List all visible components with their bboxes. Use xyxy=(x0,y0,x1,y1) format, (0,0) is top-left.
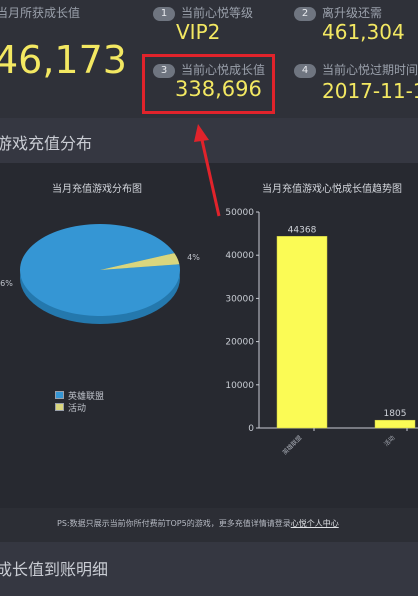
y-tick-label-5: 50000 xyxy=(225,208,254,218)
legend-item-lol[interactable]: 英雄联盟 xyxy=(55,389,104,402)
bar-value-label-0: 44368 xyxy=(288,225,317,235)
pie-slice-0 xyxy=(19,223,180,316)
upgrade-needed-label-text: 离升级还需 xyxy=(322,6,383,20)
footnote: PS:数据只展示当前你所付费前TOP5的游戏，更多充值详情请登录心悦个人中心 xyxy=(0,508,418,542)
pie-chart-title: 当月充值游戏分布图 xyxy=(52,184,142,195)
vip-level-label: 1 当前心悦等级 xyxy=(153,4,253,21)
x-tick-label-1: 活动 xyxy=(382,434,396,448)
distribution-section-title: 游戏充值分布 xyxy=(0,134,93,153)
y-tick-label-3: 30000 xyxy=(225,294,254,304)
stat-index-badge: 4 xyxy=(294,64,316,78)
pie-slice-label-1: 4% xyxy=(187,253,200,262)
detail-section-title: 成长值到账明细 xyxy=(0,560,109,579)
bar-chart-title: 当月充值游戏心悦成长值趋势图 xyxy=(262,184,402,195)
bar-chart: 0 10000 20000 30000 40000 50000 44368 英雄联盟 1805 活… xyxy=(225,208,418,457)
legend-label: 活动 xyxy=(68,403,87,414)
bar-1 xyxy=(374,419,416,429)
bar-0 xyxy=(276,236,328,429)
stat-index-badge: 1 xyxy=(153,7,175,21)
expiry-label: 4 当前心悦过期时间 xyxy=(294,61,418,78)
y-tick-label-0: 0 xyxy=(248,424,254,434)
vip-level-label-text: 当前心悦等级 xyxy=(181,6,254,20)
y-tick-label-1: 10000 xyxy=(225,381,254,391)
y-tick-label-2: 20000 xyxy=(225,338,254,348)
legend-swatch xyxy=(55,403,64,411)
y-tick-label-4: 40000 xyxy=(225,251,254,261)
pie-legend: 英雄联盟 活动 xyxy=(55,389,104,414)
xinyue-center-link[interactable]: 心悦个人中心 xyxy=(291,519,339,528)
pie-chart: 96% 4% xyxy=(0,223,200,324)
month-growth-value: 46,173 xyxy=(0,38,127,82)
month-growth-label: 当月所获成长值 xyxy=(0,6,81,20)
footnote-text: PS:数据只展示当前你所付费前TOP5的游戏，更多充值详情请登录心悦个人中心 xyxy=(57,518,339,529)
upgrade-needed-value: 461,304 xyxy=(322,20,405,44)
distribution-section-header: 游戏充值分布 xyxy=(0,118,418,163)
pie-slice-label-0: 96% xyxy=(0,279,13,288)
detail-section-header: 成长值到账明细 xyxy=(0,542,418,596)
expiry-value: 2017-11-19 xyxy=(322,79,418,103)
bar-value-label-1: 1805 xyxy=(384,409,407,419)
footnote-note: PS:数据只展示当前你所付费前TOP5的游戏，更多充值详情请登录 xyxy=(57,519,291,528)
x-tick-label-0: 英雄联盟 xyxy=(281,434,304,457)
expiry-label-text: 当前心悦过期时间 xyxy=(322,63,418,77)
upgrade-needed-label: 2 离升级还需 xyxy=(294,4,382,21)
highlight-annotation-box xyxy=(142,54,275,114)
vip-level-value: VIP2 xyxy=(176,20,221,44)
legend-swatch xyxy=(55,391,64,399)
legend-item-activity[interactable]: 活动 xyxy=(55,401,104,414)
stat-index-badge: 2 xyxy=(294,7,316,21)
